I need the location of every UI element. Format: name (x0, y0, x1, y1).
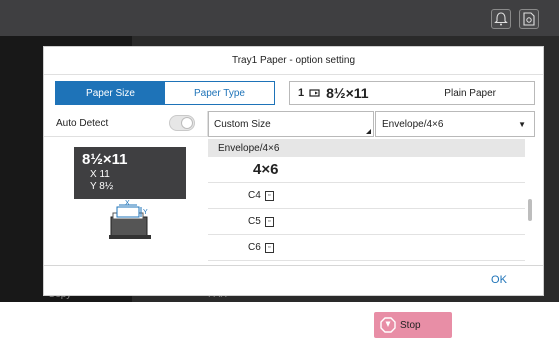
stop-icon (380, 317, 396, 333)
envelope-dropdown-value: Envelope/4×6 (382, 118, 444, 130)
tab-paper-type[interactable]: Paper Type (165, 82, 274, 104)
size-display-y: Y 8½ (90, 181, 114, 192)
list-item-label: C4 (248, 190, 261, 201)
ok-button[interactable]: OK (464, 269, 534, 291)
tray-paper-info: 1 8½×11 Plain Paper (289, 81, 535, 105)
svg-text:Y: Y (143, 209, 148, 216)
list-item-4x6[interactable]: 4×6 (208, 157, 525, 183)
toggle-knob (181, 117, 193, 129)
tray-paper-type: Plain Paper (444, 87, 496, 99)
bell-icon[interactable] (491, 9, 511, 29)
custom-size-button[interactable]: Custom Size (208, 111, 374, 137)
envelope-size-list: 4×6 C4 ▫ C5 ▫ C6 ▫ (208, 157, 525, 265)
list-item-c4[interactable]: C4 ▫ (208, 183, 525, 209)
dialog-title: Tray1 Paper - option setting (44, 47, 543, 75)
list-item-c5[interactable]: C5 ▫ (208, 209, 525, 235)
list-item-c6[interactable]: C6 ▫ (208, 235, 525, 261)
manual-icon[interactable] (519, 9, 539, 29)
envelope-orientation-icon: ▫ (264, 242, 274, 253)
size-display: 8½×11 X 11 Y 8½ (74, 147, 186, 199)
envelope-orientation-icon: ▫ (264, 190, 274, 201)
envelope-orientation-icon: ▫ (264, 216, 274, 227)
tab-paper-size[interactable]: Paper Size (56, 82, 165, 104)
list-scrollbar[interactable] (528, 199, 532, 221)
top-bar (0, 0, 559, 36)
list-item-label: C5 (248, 216, 261, 227)
custom-size-label: Custom Size (214, 118, 271, 130)
auto-detect-label: Auto Detect (56, 118, 109, 129)
auto-detect-row: Auto Detect (44, 111, 208, 137)
stop-label: Stop (400, 319, 421, 331)
envelope-size-dropdown[interactable]: Envelope/4×6 ▼ (375, 111, 535, 137)
auto-detect-toggle[interactable] (169, 115, 195, 131)
list-item-label: C6 (248, 242, 261, 253)
paper-setting-dialog: Tray1 Paper - option setting Paper Size … (43, 46, 544, 296)
svg-text:X: X (125, 200, 130, 207)
corner-indicator-icon (366, 129, 371, 134)
envelope-list-header: Envelope/4×6 (208, 139, 525, 157)
tray-icon (309, 89, 320, 97)
chevron-down-icon: ▼ (518, 120, 526, 129)
paper-tabs: Paper Size Paper Type (55, 81, 275, 105)
size-display-x: X 11 (90, 169, 110, 180)
size-display-main: 8½×11 (82, 151, 128, 168)
list-item-label: 4×6 (253, 161, 279, 178)
tray-paper-size: 8½×11 (326, 85, 369, 101)
divider (44, 265, 543, 266)
stop-button[interactable]: Stop (374, 312, 452, 338)
printer-diagram-icon: X Y (109, 200, 151, 239)
tray-number: 1 (298, 87, 305, 99)
background-bottom (0, 302, 559, 338)
